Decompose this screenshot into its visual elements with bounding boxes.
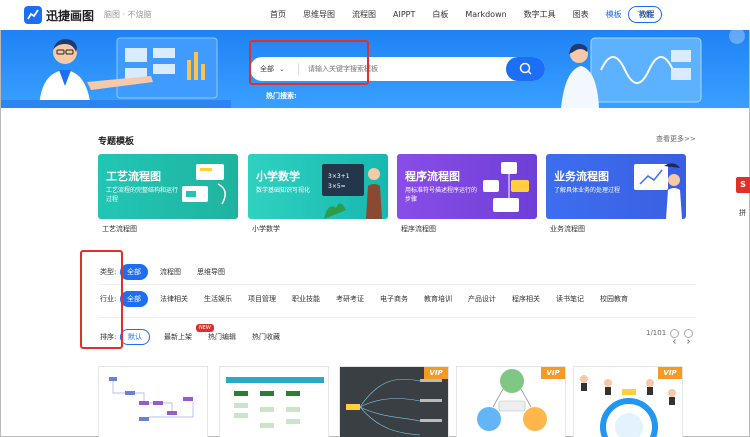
highlight-box-filters <box>80 250 123 349</box>
next-page-button[interactable] <box>684 329 693 344</box>
top-header: 迅捷画图 脑图 · 不烧脑 首页 思维导图 流程图 AIPPT 白板 Markd… <box>0 0 750 30</box>
divider <box>98 284 696 285</box>
topic-card-business[interactable]: 业务流程图 了解具体业务的处理过程 业务流程图 <box>546 154 686 234</box>
filter-option[interactable]: 职业技能 <box>292 294 320 304</box>
filter-option[interactable]: 考研考证 <box>336 294 364 304</box>
filter-option[interactable]: 思维导图 <box>197 267 225 277</box>
sort-option[interactable]: 默认 <box>120 329 150 345</box>
divider <box>98 317 696 318</box>
card-label: 业务流程图 <box>550 225 585 233</box>
card-label: 程序流程图 <box>401 225 436 233</box>
hot-search-label: 热门搜索: <box>266 92 297 100</box>
page-indicator: 1/101 <box>646 329 667 337</box>
side-widget-s[interactable]: S <box>736 177 750 193</box>
nav-mindmap[interactable]: 思维导图 <box>303 0 335 30</box>
card-desc: 用标准符号描述程序运行的步骤 <box>405 187 478 203</box>
chevron-right-icon <box>687 339 691 344</box>
filter-option[interactable]: 电子商务 <box>380 294 408 304</box>
card-title: 业务流程图 <box>554 170 609 183</box>
thumb-preview <box>226 377 324 428</box>
main-nav: 首页 思维导图 流程图 AIPPT 白板 Markdown 数字工具 图表 模板… <box>270 0 672 30</box>
template-thumb[interactable] <box>98 366 208 437</box>
search-button[interactable] <box>506 57 545 81</box>
card-title: 工艺流程图 <box>106 170 161 183</box>
search-banner: 全部 ⌄ 热门搜索: <box>1 30 749 108</box>
template-thumb[interactable] <box>219 366 329 437</box>
highlight-box-search <box>249 40 369 85</box>
filter-option[interactable]: 全部 <box>120 291 148 307</box>
filter-option[interactable]: 读书笔记 <box>556 294 584 304</box>
template-thumb[interactable]: VIP <box>339 366 449 437</box>
filter-option[interactable]: 法律相关 <box>160 294 188 304</box>
nav-home[interactable]: 首页 <box>270 0 286 30</box>
banner-illustration-left <box>1 37 231 108</box>
section-title: 专题模板 <box>98 137 135 147</box>
card-desc: 工艺流程的完整结构和运行过程 <box>106 187 179 203</box>
nav-aippt[interactable]: AIPPT <box>393 0 415 30</box>
sort-option[interactable]: 热门收藏 <box>252 332 280 342</box>
template-thumb[interactable]: VIP <box>456 366 566 437</box>
vip-badge: VIP <box>424 367 448 379</box>
prev-page-button[interactable] <box>670 329 679 344</box>
thumb-preview <box>109 377 194 421</box>
card-title: 小学数学 <box>256 170 300 183</box>
nav-charts[interactable]: 图表 <box>573 0 589 30</box>
card-title: 程序流程图 <box>405 170 460 183</box>
topic-card-math[interactable]: 3×3+1 3×5= 小学数学 数学基础知识可视化 小学数学 <box>248 154 388 234</box>
nav-whiteboard[interactable]: 白板 <box>432 0 448 30</box>
sort-option[interactable]: 热门编辑 <box>208 332 236 342</box>
nav-templates[interactable]: 模板 <box>606 0 622 30</box>
download-button[interactable]: 下载 <box>628 6 662 23</box>
topic-card-process[interactable]: 工艺流程图 工艺流程的完整结构和运行过程 工艺流程图 <box>98 154 238 234</box>
chevron-left-icon <box>672 339 676 344</box>
filter-option[interactable]: 校园教育 <box>600 294 628 304</box>
filter-option[interactable]: 教育培训 <box>424 294 452 304</box>
logo-icon[interactable] <box>24 6 42 24</box>
card-label: 工艺流程图 <box>102 225 137 233</box>
card-label: 小学数学 <box>252 225 280 233</box>
nav-digital-tools[interactable]: 数字工具 <box>524 0 556 30</box>
brand-slogan: 脑图 · 不烧脑 <box>104 10 152 19</box>
filter-option[interactable]: 程序相关 <box>512 294 540 304</box>
card-desc: 数学基础知识可视化 <box>256 187 311 194</box>
sort-option[interactable]: 最新上架 <box>164 332 192 342</box>
filter-option[interactable]: 项目管理 <box>248 294 276 304</box>
svg-text:3×3+1: 3×3+1 <box>328 173 350 180</box>
filter-option[interactable]: 生活娱乐 <box>204 294 232 304</box>
nav-markdown[interactable]: Markdown <box>465 0 506 30</box>
banner-illustration-right <box>561 30 745 108</box>
side-widget-text[interactable]: 拼 <box>739 208 746 218</box>
filter-option[interactable]: 产品设计 <box>468 294 496 304</box>
topic-card-program[interactable]: 程序流程图 用标准符号描述程序运行的步骤 程序流程图 <box>397 154 537 234</box>
see-more-link[interactable]: 查看更多>> <box>656 134 696 144</box>
brand-name[interactable]: 迅捷画图 <box>46 7 94 24</box>
new-badge: NEW <box>196 324 214 332</box>
filter-industry: 行业: 全部 法律相关 生活娱乐 项目管理 职业技能 考研考证 电子商务 教育培… <box>100 291 628 307</box>
vip-badge: VIP <box>658 367 682 379</box>
filter-option[interactable]: 流程图 <box>160 267 181 277</box>
nav-flowchart[interactable]: 流程图 <box>352 0 376 30</box>
template-thumb[interactable]: VIP <box>573 366 683 437</box>
search-icon <box>519 62 532 75</box>
card-desc: 了解具体业务的处理过程 <box>554 187 621 194</box>
filter-option[interactable]: 全部 <box>120 264 148 280</box>
vip-badge: VIP <box>541 367 565 379</box>
